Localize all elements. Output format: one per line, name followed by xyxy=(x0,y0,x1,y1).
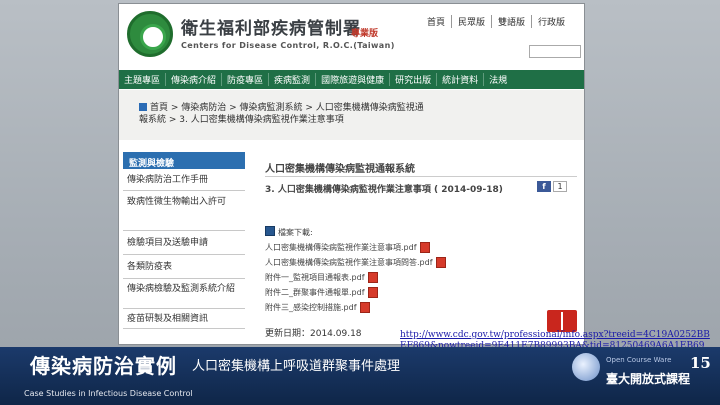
update-date: 更新日期：2014.09.18 xyxy=(265,329,362,339)
pdf-icon[interactable] xyxy=(359,302,370,313)
sidebar-item-forms[interactable]: 各類防疫表 xyxy=(123,255,245,279)
main-nav: 主題專區 傳染病介紹 防疫專區 疾病監測 國際旅遊與健康 研究出版 統計資料 法… xyxy=(119,70,584,89)
nav-item-topics[interactable]: 主題專區 xyxy=(119,73,167,86)
nav-item-prevention[interactable]: 防疫專區 xyxy=(222,73,270,86)
document-icon xyxy=(265,226,275,236)
breadcrumb: 首頁 > 傳染病防治 > 傳染病監測系統 > 人口密集機構傳染病監視通報系統 >… xyxy=(139,102,429,126)
sidebar: 監測與檢驗 傳染病防治工作手冊 致病性微生物輸出入許可 檢驗項目及送驗申請 各類… xyxy=(123,152,245,329)
file-item[interactable]: 附件一_監視項目通報表.pdf xyxy=(265,270,565,285)
file-item[interactable]: 人口密集機構傳染病監視作業注意事項問答.pdf xyxy=(265,255,565,270)
footer-course-en: Case Studies in Infectious Disease Contr… xyxy=(24,389,193,398)
search-input[interactable] xyxy=(529,45,581,58)
nav-item-regulations[interactable]: 法規 xyxy=(484,73,512,86)
sidebar-item-lab[interactable]: 檢驗項目及送驗申請 xyxy=(123,231,245,255)
nav-item-statistics[interactable]: 統計資料 xyxy=(437,73,485,86)
facebook-count: 1 xyxy=(553,181,567,192)
sidebar-item-permit[interactable]: 致病性微生物輸出入許可 xyxy=(123,191,245,231)
breadcrumb-area: 首頁 > 傳染病防治 > 傳染病監測系統 > 人口密集機構傳染病監視通報系統 >… xyxy=(119,90,584,140)
org-name: 衛生福利部疾病管制署 xyxy=(181,19,361,39)
home-icon xyxy=(139,103,147,111)
org-name-en: Centers for Disease Control, R.O.C.(Taiw… xyxy=(181,41,395,50)
pdf-icon[interactable] xyxy=(435,257,446,268)
file-list: 人口密集機構傳染病監視作業注意事項.pdf 人口密集機構傳染病監視作業注意事項問… xyxy=(265,240,565,315)
nav-item-surveillance[interactable]: 疾病監測 xyxy=(269,73,317,86)
pdf-icon[interactable] xyxy=(367,287,378,298)
facebook-icon[interactable]: f xyxy=(537,181,551,192)
site-header: 衛生福利部疾病管制署 專業版 Centers for Disease Contr… xyxy=(119,4,584,68)
nav-item-diseases[interactable]: 傳染病介紹 xyxy=(166,73,223,86)
brand-name: 臺大開放式課程 xyxy=(606,372,691,386)
sidebar-item-systems[interactable]: 傳染病檢驗及監測系統介紹 xyxy=(123,279,245,309)
file-item[interactable]: 人口密集機構傳染病監視作業注意事項.pdf xyxy=(265,240,565,255)
sidebar-item-vaccine[interactable]: 疫苗研製及相關資訊 xyxy=(123,309,245,329)
book-icon[interactable] xyxy=(547,310,577,332)
top-link-bilingual[interactable]: 雙語版 xyxy=(492,15,533,28)
file-name[interactable]: 附件一_監視項目通報表.pdf xyxy=(265,272,365,283)
file-item[interactable]: 附件二_群聚事件通報單.pdf xyxy=(265,285,565,300)
sidebar-item-manual[interactable]: 傳染病防治工作手冊 xyxy=(123,169,245,191)
ocw-logo-icon xyxy=(572,353,600,381)
nav-item-travel[interactable]: 國際旅遊與健康 xyxy=(316,73,391,86)
website-screenshot: 衛生福利部疾病管制署 專業版 Centers for Disease Contr… xyxy=(118,3,585,345)
doc-title: 3. 人口密集機構傳染病監視作業注意事項 ( 2014-09-18) xyxy=(265,185,503,195)
top-link-home[interactable]: 首頁 xyxy=(421,15,453,28)
file-name[interactable]: 附件三_感染控制措施.pdf xyxy=(265,302,357,313)
top-link-public[interactable]: 民眾版 xyxy=(452,15,493,28)
org-tag: 專業版 xyxy=(351,29,379,39)
footer-title: 傳染病防治實例 xyxy=(30,354,177,378)
section-title: 人口密集機構傳染病監視通報系統 xyxy=(265,164,415,175)
file-name[interactable]: 人口密集機構傳染病監視作業注意事項.pdf xyxy=(265,242,417,253)
page-number: 15 xyxy=(690,354,711,372)
brand-tagline: Open Course Ware xyxy=(606,356,672,364)
top-link-admin[interactable]: 行政版 xyxy=(532,15,571,28)
download-label: 檔案下載: xyxy=(278,228,313,237)
breadcrumb-text[interactable]: 首頁 > 傳染病防治 > 傳染病監測系統 > 人口密集機構傳染病監視通報系統 >… xyxy=(139,103,424,125)
pdf-icon[interactable] xyxy=(419,242,430,253)
sidebar-header: 監測與檢驗 xyxy=(123,152,245,169)
top-links: 首頁 民眾版 雙語版 行政版 xyxy=(421,15,571,28)
file-name[interactable]: 人口密集機構傳染病監視作業注意事項問答.pdf xyxy=(265,257,433,268)
file-item[interactable]: 附件三_感染控制措施.pdf xyxy=(265,300,565,315)
footer-subtitle: 人口密集機構上呼吸道群聚事件處理 xyxy=(192,359,401,374)
divider xyxy=(265,176,577,177)
nav-item-publications[interactable]: 研究出版 xyxy=(390,73,438,86)
pdf-icon[interactable] xyxy=(367,272,378,283)
cdc-logo-icon[interactable] xyxy=(127,11,173,57)
file-name[interactable]: 附件二_群聚事件通報單.pdf xyxy=(265,287,365,298)
